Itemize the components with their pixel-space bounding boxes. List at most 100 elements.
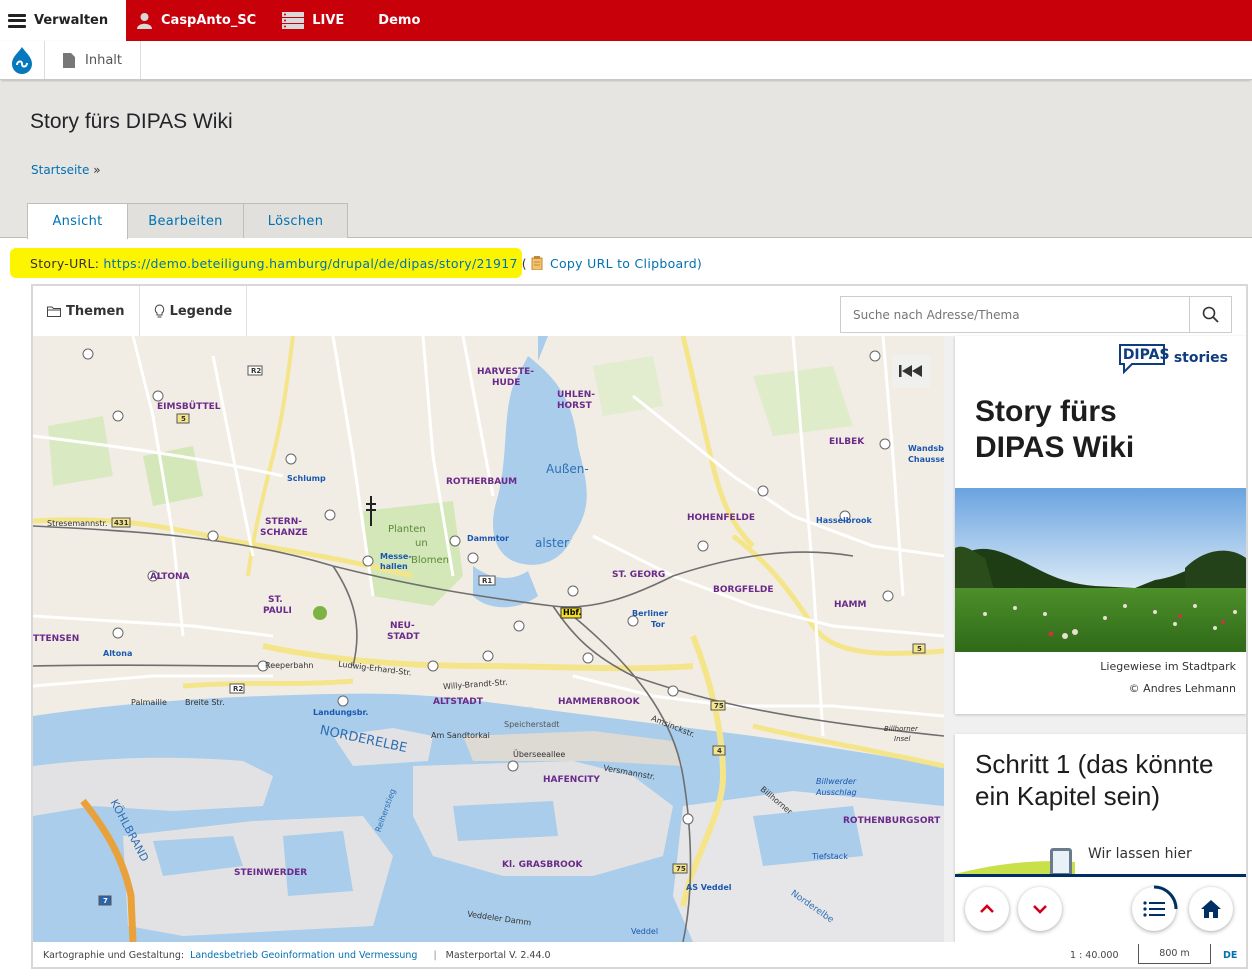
home-icon: [1201, 900, 1221, 918]
clipboard-icon: [531, 256, 543, 270]
document-icon: [63, 52, 75, 68]
map-label: Versmannstr.: [602, 763, 656, 782]
map-label: NEU-: [390, 621, 415, 631]
tab-view[interactable]: Ansicht: [27, 203, 128, 239]
story-url-label: Story-URL:: [30, 255, 100, 271]
map-label: Ludwig-Erhard-Str.: [337, 659, 413, 678]
map-label: Veddel: [631, 927, 659, 936]
map-label: Kl. GRASBROOK: [502, 860, 583, 870]
user-icon: [137, 13, 152, 29]
map-label: STADT: [387, 632, 420, 642]
map-label: Billhorner: [758, 784, 794, 817]
themes-label: Themen: [66, 303, 125, 319]
drupal-drop-icon: [12, 47, 32, 74]
map-label: Reiherstieg: [373, 787, 398, 834]
story-navigation: [955, 874, 1246, 942]
themes-button[interactable]: Themen: [33, 286, 140, 336]
map-label: Norderelbe: [788, 888, 836, 926]
fast-rewind-icon: [899, 365, 922, 377]
dipas-logo-text: DIPAS: [1122, 347, 1170, 363]
scale-bar: 800 m: [1138, 944, 1211, 964]
map-toolbar: Themen Legende: [33, 286, 1246, 336]
map-label: UHLEN-: [557, 390, 595, 400]
lightbulb-icon: [154, 303, 164, 317]
map-label: EILBEK: [829, 437, 865, 447]
map-label: HUDE: [492, 378, 521, 388]
admin-toolbar: Verwalten CaspAnto_SC LIVE Demo: [0, 0, 1252, 41]
tab-edit[interactable]: Bearbeiten: [127, 203, 244, 238]
story-url-highlight: Story-URL: https://demo.beteiligung.hamb…: [10, 248, 522, 278]
map-label: STERN-: [265, 517, 302, 527]
map-label: ALTSTADT: [433, 697, 483, 707]
drupal-logo[interactable]: [0, 41, 45, 79]
language-switch[interactable]: DE: [1223, 950, 1237, 961]
next-step-button[interactable]: [1018, 887, 1062, 931]
map-label: ST.: [268, 595, 283, 605]
user-button[interactable]: CaspAnto_SC: [126, 0, 270, 41]
story-step-card: Schritt 1 (das könnte ein Kapitel sein) …: [955, 734, 1246, 942]
live-button[interactable]: LIVE: [270, 0, 358, 41]
story-title: Story fürs DIPAS Wiki: [975, 395, 1135, 464]
map-label: Berliner: [632, 609, 669, 618]
tab-delete[interactable]: Löschen: [243, 203, 348, 238]
map-label: AS Veddel: [686, 883, 732, 892]
image-caption-text: Liegewiese im Stadtpark: [1100, 660, 1236, 673]
map-view[interactable]: R2 5 431 R1 R2 5 75 4 75 7 Außen- alster…: [33, 336, 944, 942]
map-label: Breite Str.: [185, 698, 225, 707]
map-label: Stresemannstr.: [47, 519, 108, 528]
content-label: Inhalt: [85, 52, 122, 68]
legend-button[interactable]: Legende: [140, 286, 248, 336]
image-credit: © Andres Lehmann: [1128, 682, 1236, 695]
copy-url-button[interactable]: Copy URL to Clipboard): [531, 256, 702, 271]
credit-link[interactable]: Landesbetrieb Geoinformation und Vermess…: [190, 950, 417, 961]
home-button[interactable]: [1189, 887, 1233, 931]
map-label: PAULI: [263, 606, 292, 616]
map-label: Planten: [388, 524, 426, 535]
map-label: BORGFELDE: [713, 585, 774, 595]
previous-step-button[interactable]: [965, 887, 1009, 931]
breadcrumb: Startseite »: [31, 163, 101, 177]
content-menu-item[interactable]: Inhalt: [45, 41, 141, 79]
map-footer: Kartographie und Gestaltung: Landesbetri…: [33, 942, 1246, 967]
demo-button[interactable]: Demo: [358, 0, 434, 41]
map-label: Blomen: [411, 555, 449, 566]
map-label: TTENSEN: [33, 634, 80, 644]
page-header: Story fürs DIPAS Wiki Startseite » Ansic…: [0, 82, 1252, 239]
map-label: Außen-: [546, 462, 589, 476]
map-label: NORDERELBE: [318, 722, 409, 757]
folder-icon: [47, 306, 61, 317]
user-label: CaspAnto_SC: [161, 13, 257, 28]
toolbar-tray: Inhalt: [0, 41, 1252, 80]
local-tabs: Ansicht Bearbeiten Löschen: [27, 203, 348, 239]
map-search-input[interactable]: [841, 297, 1189, 332]
map-label: Tor: [651, 620, 665, 629]
story-url-row: Story-URL: https://demo.beteiligung.hamb…: [10, 247, 702, 279]
copy-url-label: Copy URL to Clipboard): [549, 255, 703, 271]
map-label: Willy-Brandt-Str.: [442, 677, 509, 692]
map-label: STEINWERDER: [234, 868, 308, 878]
map-label: ST. GEORG: [612, 570, 666, 580]
stories-logo-text: stories: [1173, 350, 1228, 366]
rewind-button[interactable]: [892, 354, 930, 388]
map-label: HAFENCITY: [543, 775, 600, 785]
copy-open-paren: (: [521, 255, 527, 271]
image-caption: Liegewiese im Stadtpark © Andres Lehmann: [1100, 656, 1236, 700]
table-of-contents-button[interactable]: [1132, 885, 1178, 931]
map-label: HAMM: [834, 600, 867, 610]
search-button[interactable]: [1189, 297, 1231, 332]
legend-label: Legende: [169, 303, 233, 319]
breadcrumb-home-link[interactable]: Startseite: [31, 163, 89, 177]
credit-label: Kartographie und Gestaltung:: [43, 950, 185, 961]
manage-label: Verwalten: [34, 13, 109, 28]
map-label: Altona: [103, 649, 133, 658]
page-title: Story fürs DIPAS Wiki: [30, 110, 233, 133]
footer-separator: |: [433, 950, 437, 961]
map-label: Amsinckstr.: [649, 713, 697, 740]
map-label: Billwerder: [816, 777, 857, 786]
map-label: Landungsbr.: [313, 708, 369, 717]
map-label: HAMMERBROOK: [558, 697, 640, 707]
manage-button[interactable]: Verwalten: [0, 0, 126, 41]
map-label: Hbf.: [563, 608, 582, 617]
story-url-link[interactable]: https://demo.beteiligung.hamburg/drupal/…: [103, 256, 517, 271]
demo-label: Demo: [378, 13, 421, 28]
